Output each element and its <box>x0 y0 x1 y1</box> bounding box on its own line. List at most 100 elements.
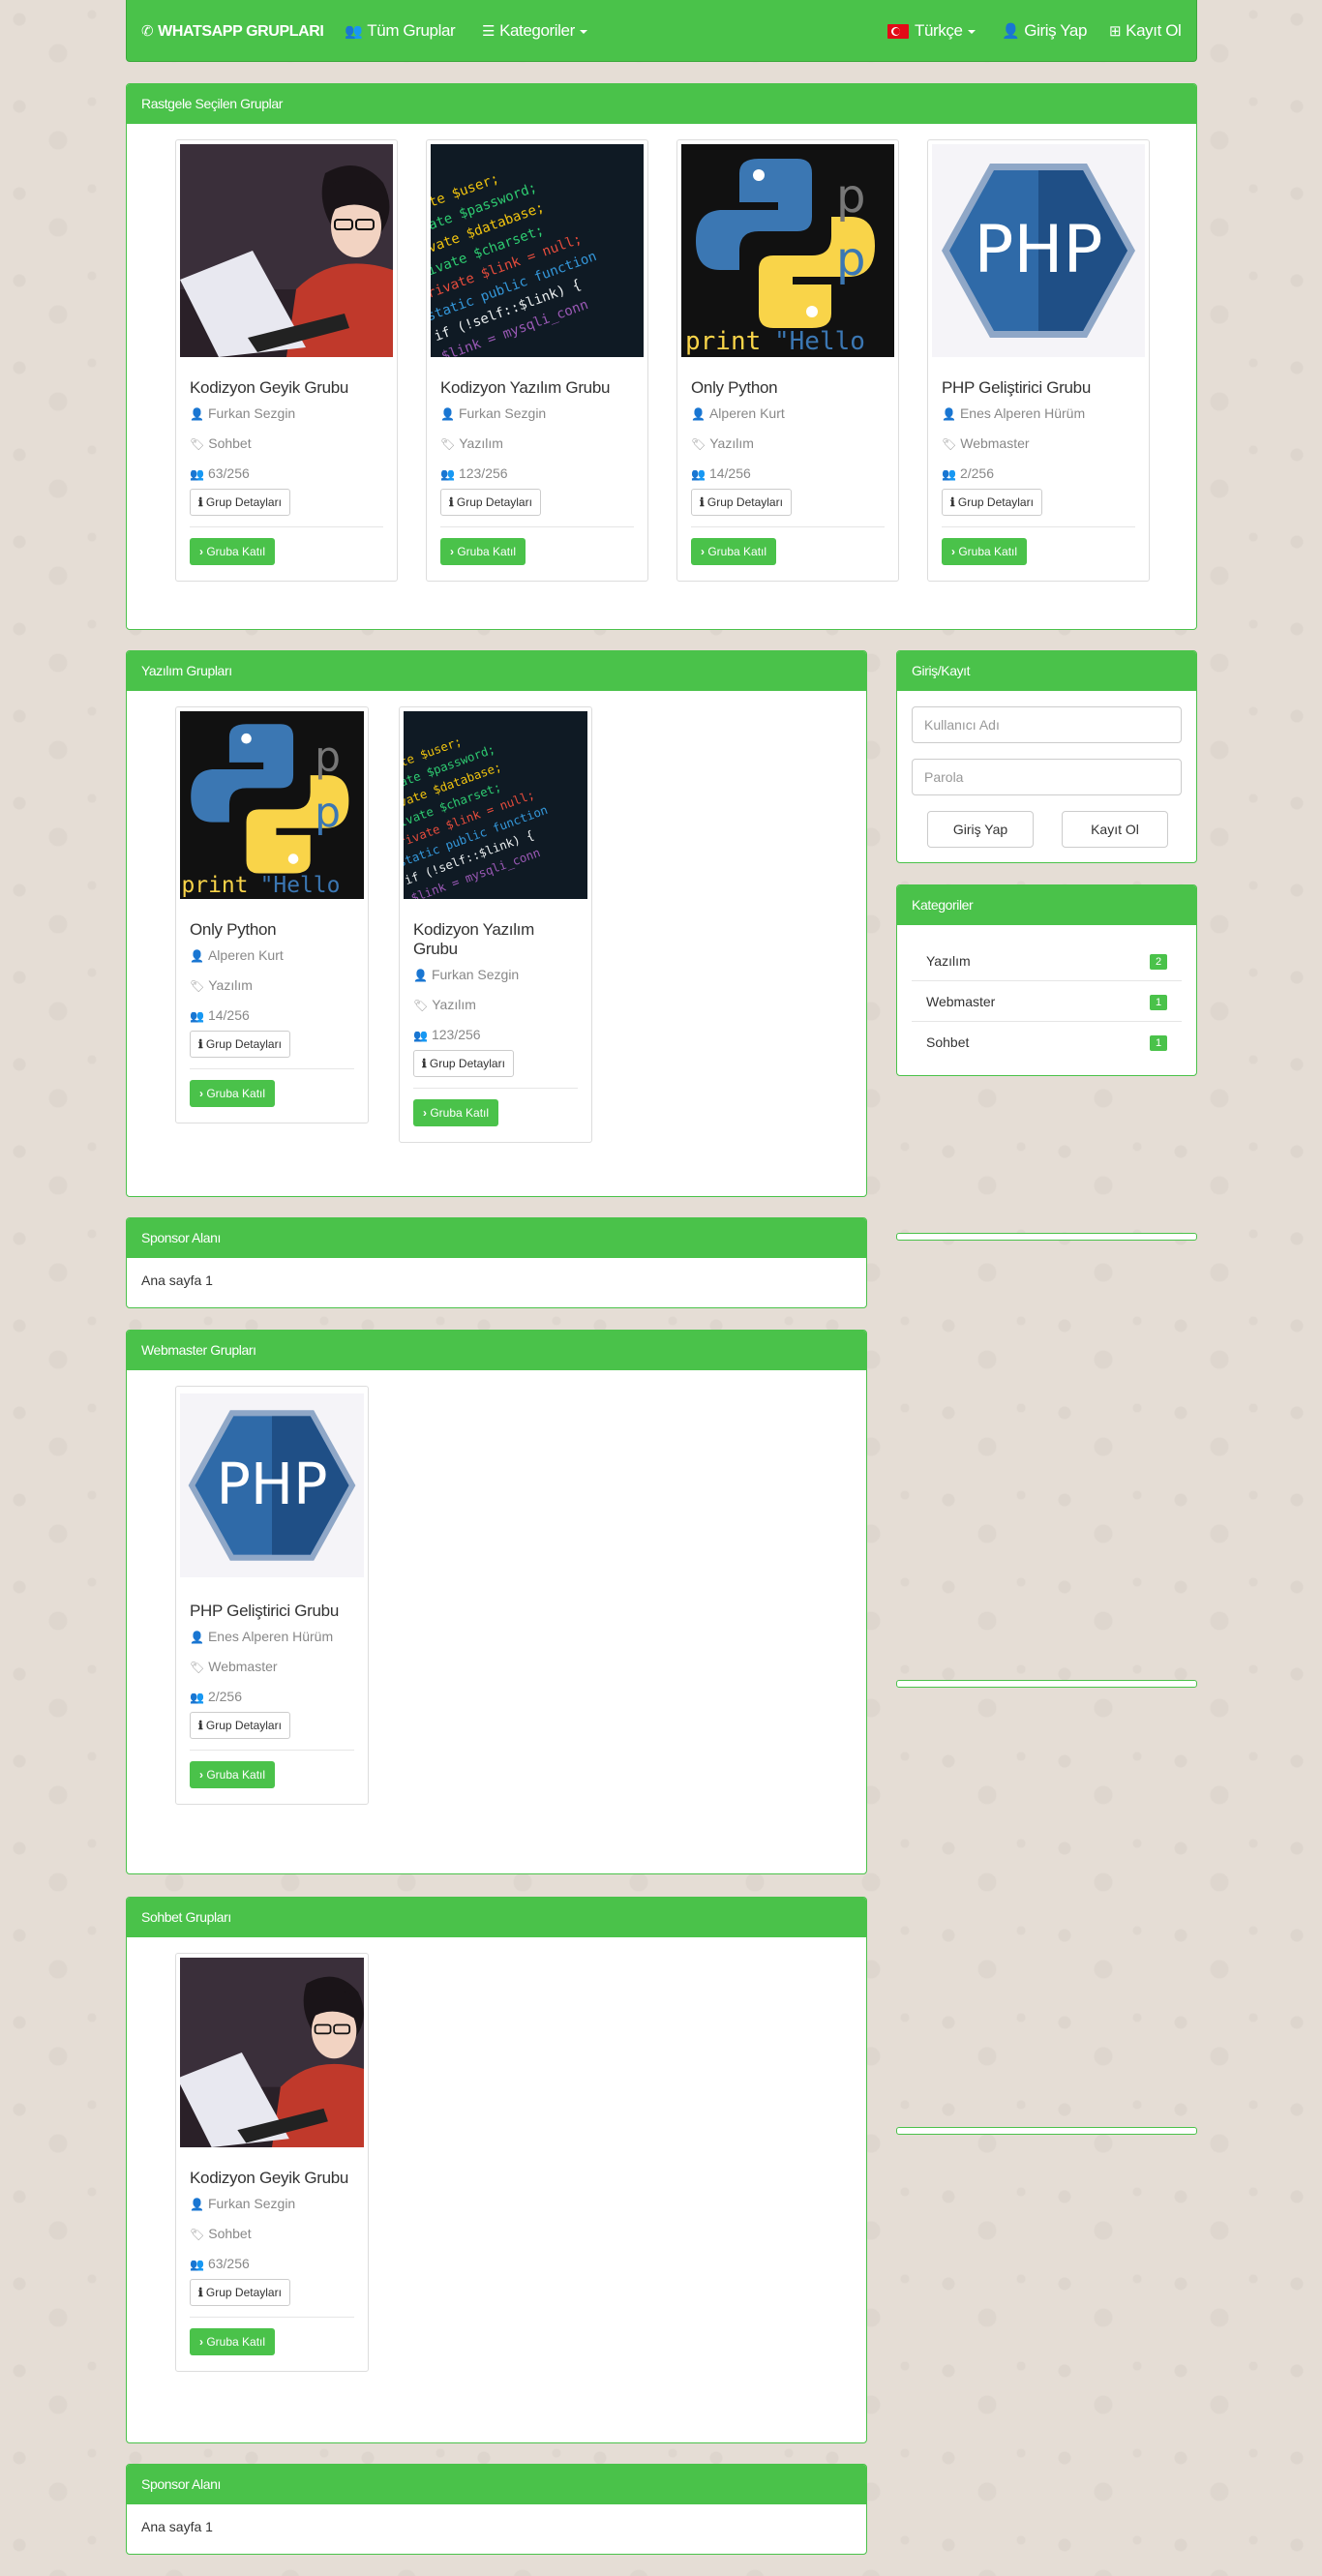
anime-coder-image <box>180 1958 364 2147</box>
group-title[interactable]: Kodizyon Geyik Grubu <box>190 2169 358 2188</box>
random-groups-body: Kodizyon Geyik Grubu 👤 Furkan Sezgin 🏷 Soh… <box>127 124 1196 629</box>
group-image[interactable] <box>431 144 644 357</box>
group-card: Only Python 👤 Alperen Kurt 🏷 Yazılım 👥 14/2… <box>175 706 369 1123</box>
details-label: Grup Detayları <box>205 1719 282 1732</box>
group-image[interactable] <box>681 144 894 357</box>
group-image[interactable] <box>180 144 393 357</box>
login-button[interactable]: Giriş Yap <box>927 811 1034 848</box>
join-group-button[interactable]: › Gruba Katıl <box>190 2328 276 2355</box>
tag-icon: 🏷 <box>413 999 429 1012</box>
password-input[interactable] <box>912 759 1182 795</box>
random-groups-panel: Rastgele Seçilen Gruplar Kodizyon Geyik … <box>126 83 1197 630</box>
group-card: PHP Geliştirici Grubu 👤 Enes Alperen Hürü… <box>175 1386 369 1805</box>
group-details-button[interactable]: ℹ Grup Detayları <box>190 489 290 516</box>
nav-login[interactable]: 👤 Giriş Yap <box>1002 0 1087 62</box>
brand-link[interactable]: ✆ WHATSAPP GRUPLARI <box>141 0 324 62</box>
nav-login-label: Giriş Yap <box>1024 21 1088 40</box>
group-title[interactable]: Kodizyon Yazılım Grubu <box>440 378 638 398</box>
join-group-button[interactable]: › Gruba Katıl <box>440 538 526 565</box>
group-card: Kodizyon Geyik Grubu 👤 Furkan Sezgin 🏷 Soh… <box>175 1953 369 2372</box>
join-group-button[interactable]: › Gruba Katıl <box>942 538 1028 565</box>
join-label: Gruba Katıl <box>206 1087 266 1100</box>
group-members: 👥 2/256 <box>942 465 994 481</box>
group-category: 🏷 Webmaster <box>190 1659 278 1674</box>
details-label: Grup Detayları <box>205 1037 282 1051</box>
group-card: PHP Geliştirici Grubu 👤 Enes Alperen Hürü… <box>927 139 1150 582</box>
sponsor-panel: Sponsor Alanı Ana sayfa 1 <box>126 1217 867 1308</box>
group-owner: 👤 Furkan Sezgin <box>440 405 546 421</box>
join-group-button[interactable]: › Gruba Katıl <box>691 538 777 565</box>
join-group-button[interactable]: › Gruba Katıl <box>190 1080 276 1107</box>
group-details-button[interactable]: ℹ Grup Detayları <box>942 489 1042 516</box>
group-image[interactable] <box>180 1958 364 2147</box>
group-details-button[interactable]: ℹ Grup Detayları <box>190 1031 290 1058</box>
group-details-button[interactable]: ℹ Grup Detayları <box>440 489 541 516</box>
group-details-button[interactable]: ℹ Grup Detayları <box>413 1050 514 1077</box>
tag-icon: 🏷 <box>942 437 957 451</box>
language-dropdown[interactable]: Türkçe <box>887 0 976 62</box>
group-member-count: 14/256 <box>207 1007 250 1023</box>
group-owner-name: Furkan Sezgin <box>458 405 547 421</box>
categories-list: Yazılım 2 Webmaster 1 Sohbet 1 <box>897 925 1196 1075</box>
sponsor-panel-bottom: Sponsor Alanı Ana sayfa 1 <box>126 2464 867 2555</box>
group-category-name: Yazılım <box>709 435 754 451</box>
group-details-button[interactable]: ℹ Grup Detayları <box>190 2279 290 2306</box>
group-category: 🏷 Yazılım <box>413 997 476 1012</box>
users-icon: 👥 <box>413 1029 428 1042</box>
group-image[interactable] <box>404 711 587 899</box>
group-category-name: Sohbet <box>208 2226 252 2241</box>
join-label: Gruba Katıl <box>430 1106 490 1120</box>
category-item[interactable]: Sohbet 1 <box>912 1022 1182 1063</box>
group-title[interactable]: Only Python <box>190 920 358 940</box>
user-icon: 👤 <box>1002 23 1020 40</box>
card-divider <box>190 1750 354 1751</box>
group-title[interactable]: Kodizyon Yazılım Grubu <box>413 920 582 959</box>
group-title[interactable]: Kodizyon Geyik Grubu <box>190 378 387 398</box>
join-group-button[interactable]: › Gruba Katıl <box>190 538 276 565</box>
card-divider <box>691 526 885 527</box>
join-group-button[interactable]: › Gruba Katıl <box>413 1099 499 1126</box>
group-details-button[interactable]: ℹ Grup Detayları <box>691 489 792 516</box>
php-logo-image <box>932 144 1145 357</box>
username-input[interactable] <box>912 706 1182 743</box>
chat-groups-body: Kodizyon Geyik Grubu 👤 Furkan Sezgin 🏷 Soh… <box>127 1937 866 2442</box>
card-divider <box>190 526 383 527</box>
category-item[interactable]: Webmaster 1 <box>912 981 1182 1022</box>
code-screen-image <box>404 711 587 899</box>
nav-all-groups[interactable]: 👥 Tüm Gruplar <box>345 0 456 62</box>
nav-categories-dropdown[interactable]: ☰ Kategoriler <box>482 0 587 62</box>
join-label: Gruba Katıl <box>707 545 767 558</box>
register-button[interactable]: Kayıt Ol <box>1062 811 1168 848</box>
details-label: Grup Detayları <box>456 495 532 509</box>
plus-square-icon: ⊞ <box>1109 23 1122 40</box>
group-category: 🏷 Yazılım <box>190 977 253 993</box>
nav-register[interactable]: ⊞ Kayıt Ol <box>1109 0 1182 62</box>
code-screen-image <box>431 144 644 357</box>
user-icon: 👤 <box>691 407 706 421</box>
join-label: Gruba Katıl <box>457 545 517 558</box>
nav-register-label: Kayıt Ol <box>1126 21 1182 40</box>
group-title[interactable]: PHP Geliştirici Grubu <box>942 378 1139 398</box>
group-image[interactable] <box>180 1391 364 1580</box>
group-image[interactable] <box>932 144 1145 357</box>
panel-title: Rastgele Seçilen Gruplar <box>127 84 1196 124</box>
software-groups-panel: Yazılım Grupları Only Python 👤 Alperen Ku… <box>126 650 867 1197</box>
group-members: 👥 63/256 <box>190 2256 250 2271</box>
brand-label: WHATSAPP GRUPLARI <box>158 23 324 40</box>
card-divider <box>413 1088 578 1089</box>
group-card: Kodizyon Geyik Grubu 👤 Furkan Sezgin 🏷 Soh… <box>175 139 398 582</box>
join-group-button[interactable]: › Gruba Katıl <box>190 1761 276 1788</box>
info-icon: ℹ <box>700 495 707 509</box>
whatsapp-icon: ✆ <box>141 23 154 40</box>
group-details-button[interactable]: ℹ Grup Detayları <box>190 1712 290 1739</box>
group-image[interactable] <box>180 711 364 899</box>
group-members: 👥 2/256 <box>190 1689 242 1704</box>
group-members: 👥 123/256 <box>440 465 508 481</box>
tag-icon: 🏷 <box>190 1661 205 1674</box>
category-item[interactable]: Yazılım 2 <box>912 941 1182 981</box>
user-icon: 👤 <box>942 407 956 421</box>
users-icon: 👥 <box>691 467 706 481</box>
panel-title: Kategoriler <box>897 885 1196 925</box>
group-title[interactable]: PHP Geliştirici Grubu <box>190 1602 358 1621</box>
group-title[interactable]: Only Python <box>691 378 888 398</box>
